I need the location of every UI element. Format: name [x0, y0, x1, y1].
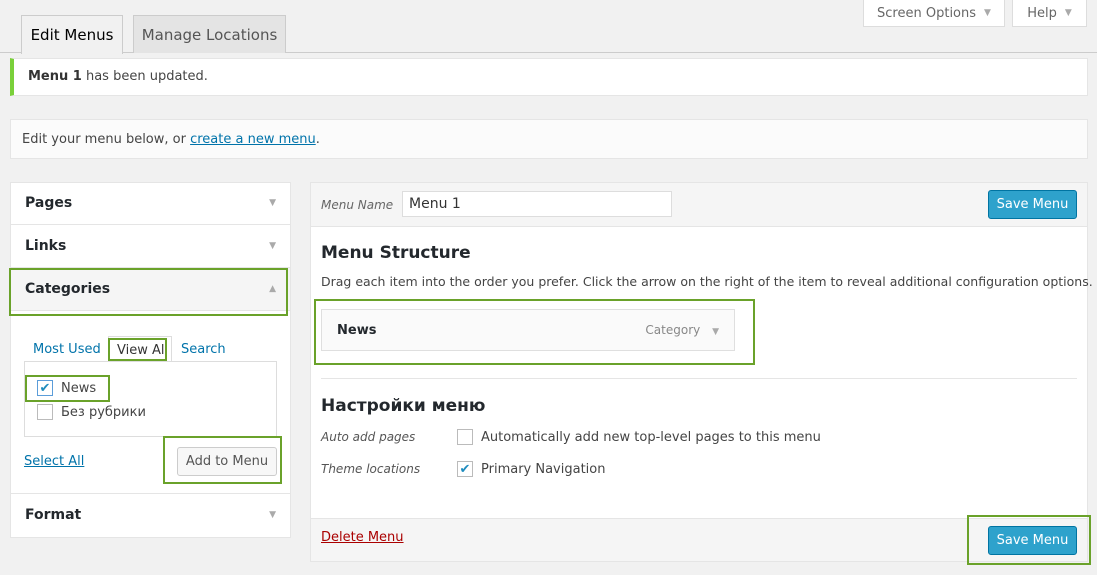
intro-end: . [315, 132, 320, 147]
accordion-pages[interactable]: Pages ▼ [11, 182, 290, 225]
primary-navigation-text: Primary Navigation [481, 461, 606, 477]
caret-down-icon: ▼ [984, 8, 991, 18]
menu-footer [311, 518, 1087, 561]
manage-menus-bar: Edit your menu below, or create a new me… [10, 119, 1088, 159]
delete-menu-link[interactable]: Delete Menu [321, 530, 404, 545]
checkbox-unchecked[interactable] [457, 429, 473, 445]
intro-text: Edit your menu below, or [22, 132, 191, 147]
auto-add-label: Auto add pages [321, 430, 416, 444]
help-label: Help [1027, 5, 1057, 21]
checkbox-checked[interactable]: ✔ [37, 380, 53, 396]
help-button[interactable]: Help ▼ [1012, 0, 1087, 27]
notice-text: has been updated. [81, 69, 208, 84]
primary-navigation-option[interactable]: ✔ Primary Navigation [457, 461, 605, 477]
caret-down-icon: ▼ [1064, 8, 1072, 18]
menu-item-type: Category [645, 323, 701, 337]
category-list [24, 361, 277, 437]
accordion-categories[interactable]: Categories ▲ [11, 268, 290, 311]
accordion-links[interactable]: Links ▼ [11, 225, 290, 268]
caret-up-icon: ▲ [269, 284, 276, 294]
checkbox-unchecked[interactable] [37, 404, 53, 420]
caret-down-icon[interactable]: ▼ [712, 327, 719, 337]
menu-item-news[interactable]: News Category ▼ [321, 309, 735, 351]
screen-options-button[interactable]: Screen Options ▼ [863, 0, 1005, 27]
update-notice: Menu 1 has been updated. [10, 58, 1088, 96]
category-item-uncategorized[interactable]: Без рубрики [37, 404, 146, 420]
pages-label: Pages [25, 195, 73, 211]
menu-structure-title: Menu Structure [321, 243, 471, 263]
create-new-menu-link[interactable]: create a new menu [190, 132, 316, 147]
menu-structure-desc: Drag each item into the order you prefer… [321, 274, 1093, 289]
format-label: Format [25, 507, 82, 523]
auto-add-text: Automatically add new top-level pages to… [481, 429, 821, 445]
save-menu-button-top[interactable]: Save Menu [988, 190, 1077, 219]
tab-search[interactable]: Search [181, 342, 226, 357]
menu-item-title: News [337, 322, 377, 338]
add-to-menu-button[interactable]: Add to Menu [177, 447, 277, 476]
select-all-link[interactable]: Select All [24, 454, 84, 469]
theme-locations-label: Theme locations [321, 462, 421, 476]
category-label: Без рубрики [61, 404, 146, 420]
links-label: Links [25, 238, 67, 254]
tab-edit-menus[interactable]: Edit Menus [21, 15, 123, 54]
caret-down-icon: ▼ [269, 510, 276, 520]
categories-label: Categories [25, 281, 111, 297]
auto-add-option[interactable]: Automatically add new top-level pages to… [457, 429, 821, 445]
menu-edit-panel [310, 182, 1088, 562]
caret-down-icon: ▼ [269, 198, 276, 208]
tab-view-all[interactable]: View All [108, 336, 172, 362]
save-menu-button-bottom[interactable]: Save Menu [988, 526, 1077, 555]
caret-down-icon: ▼ [269, 241, 276, 251]
notice-menu-name: Menu 1 [28, 69, 82, 84]
menu-settings-title: Настройки меню [321, 396, 486, 416]
menu-name-input[interactable] [402, 191, 672, 217]
divider [321, 378, 1077, 379]
tab-manage-locations[interactable]: Manage Locations [133, 15, 286, 53]
checkbox-checked[interactable]: ✔ [457, 461, 473, 477]
category-item-news[interactable]: ✔ News [37, 380, 96, 396]
menu-name-label: Menu Name [321, 198, 394, 212]
tab-most-used[interactable]: Most Used [33, 342, 101, 357]
category-label: News [61, 380, 97, 396]
screen-options-label: Screen Options [877, 5, 977, 21]
accordion-format[interactable]: Format ▼ [11, 493, 290, 536]
